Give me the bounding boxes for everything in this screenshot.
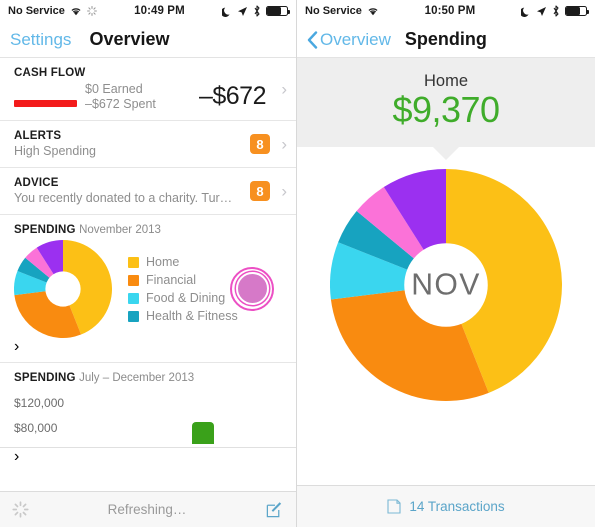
spending-month-period: November 2013 [79, 224, 161, 236]
legend-item: Food & Dining [128, 291, 238, 305]
wifi-icon [70, 6, 82, 16]
chart-baseline [0, 447, 296, 448]
legend-swatch-health-fitness [128, 310, 139, 322]
legend-label: Health & Fitness [146, 309, 238, 323]
cash-flow-spent-line: –$672 Spent [14, 96, 199, 111]
advice-badge: 8 [250, 181, 270, 201]
earned-label: $0 Earned [85, 81, 143, 96]
status-bar-right: No Service 10:50 PM [297, 0, 595, 22]
advice-subline: You recently donated to a charity. Tur… [14, 191, 233, 205]
chevron-right-icon: › [14, 338, 20, 355]
overview-screen: No Service 10:49 PM Settings Overview CA… [0, 0, 297, 527]
clock-label: 10:50 PM [424, 5, 476, 17]
transactions-label: 14 Transactions [409, 499, 505, 514]
chevron-right-icon: › [281, 181, 287, 201]
legend-swatch-home [128, 256, 139, 268]
dual-screenshot-stage: No Service 10:49 PM Settings Overview CA… [0, 0, 595, 527]
refresh-status-label: Refreshing… [107, 502, 187, 517]
spending-month-row[interactable]: SPENDING November 2013 Home Financial Fo… [0, 215, 296, 363]
settings-back-button[interactable]: Settings [10, 30, 71, 50]
donut-center-label: NOV [411, 269, 481, 302]
moon-icon [519, 6, 531, 17]
y-tick-label: $120,000 [14, 396, 65, 410]
navigation-bar-left: Settings Overview [0, 22, 296, 58]
spending-range-kicker: SPENDING July – December 2013 [14, 372, 270, 384]
back-button-label: Overview [320, 29, 391, 49]
page-title: Overview [89, 29, 170, 49]
note-icon [387, 499, 401, 514]
status-bar-left-group: No Service [8, 5, 97, 17]
spending-range-period: July – December 2013 [79, 372, 195, 384]
spending-donut-area: NOV [297, 147, 595, 401]
status-bar-right-group [220, 5, 290, 17]
spending-month-kicker: SPENDING November 2013 [14, 224, 270, 236]
spending-detail-screen: No Service 10:50 PM Overview Spending Ho… [297, 0, 595, 527]
cash-flow-amount: –$672 [198, 81, 267, 110]
selected-category-ring-button[interactable] [230, 266, 274, 311]
compose-icon[interactable] [265, 500, 284, 519]
overview-back-button[interactable]: Overview [307, 30, 391, 50]
legend-item: Financial [128, 273, 238, 287]
battery-icon [565, 6, 589, 16]
legend-label: Food & Dining [146, 291, 226, 305]
alerts-row[interactable]: ALERTS High Spending 8 › [0, 121, 296, 168]
wifi-icon [367, 6, 379, 16]
battery-icon [266, 6, 290, 16]
spending-range-chart: $120,000 $80,000 [0, 396, 296, 448]
carrier-label: No Service [305, 5, 362, 17]
category-amount: $9,370 [392, 89, 500, 130]
legend-swatch-food-dining [128, 292, 139, 304]
legend-item: Home [128, 255, 238, 269]
clock-label: 10:49 PM [134, 5, 185, 17]
chevron-right-icon: › [281, 79, 287, 99]
chevron-right-icon: › [14, 448, 20, 465]
cash-flow-row[interactable]: CASH FLOW $0 Earned –$672 Spent –$672 › [0, 58, 296, 121]
category-summary-header: Home $9,370 [297, 58, 595, 160]
legend-label: Financial [146, 273, 197, 287]
selected-category-swatch [235, 272, 269, 305]
bluetooth-icon [253, 5, 261, 17]
cash-flow-body: $0 Earned –$672 Spent –$672 [14, 81, 270, 111]
spent-bar [14, 100, 77, 107]
spent-label: –$672 Spent [85, 96, 156, 111]
navigation-bar-right: Overview Spending [297, 22, 595, 58]
spending-month-legend: Home Financial Food & Dining Health & Fi… [128, 255, 238, 323]
chevron-left-icon [307, 30, 318, 49]
alerts-kicker: ALERTS [14, 130, 62, 142]
location-icon [237, 6, 248, 17]
location-icon [536, 6, 547, 17]
chevron-right-icon: › [281, 134, 287, 154]
spending-donut-chart[interactable]: NOV [330, 169, 562, 401]
cash-flow-earned-line: $0 Earned [14, 81, 199, 96]
spending-month-kicker-label: SPENDING [14, 224, 76, 236]
advice-row[interactable]: ADVICE You recently donated to a charity… [0, 168, 296, 215]
legend-swatch-financial [128, 274, 139, 286]
y-tick-label: $80,000 [14, 421, 58, 435]
page-title: Spending [404, 29, 487, 49]
carrier-label: No Service [8, 5, 65, 17]
spending-range-kicker-label: SPENDING [14, 372, 76, 384]
advice-kicker: ADVICE [14, 177, 59, 189]
cash-flow-bars: $0 Earned –$672 Spent [14, 81, 199, 111]
transactions-bar[interactable]: 14 Transactions [297, 485, 595, 527]
spending-month-donut-chart [14, 240, 112, 338]
back-button-label: Settings [10, 29, 72, 49]
legend-item: Health & Fitness [128, 309, 238, 323]
status-bar-left-group: No Service [305, 5, 379, 17]
moon-icon [220, 6, 232, 17]
spinner-icon [12, 501, 29, 518]
legend-label: Home [146, 255, 180, 269]
status-bar-left: No Service 10:49 PM [0, 0, 296, 22]
alerts-badge: 8 [250, 134, 270, 154]
activity-icon [86, 6, 97, 16]
header-notch [433, 147, 459, 160]
alerts-subline: High Spending [14, 144, 97, 158]
status-bar-right-group [519, 5, 589, 17]
spending-range-bar [192, 422, 214, 444]
spending-range-row[interactable]: SPENDING July – December 2013 $120,000 $… [0, 363, 296, 466]
refresh-toolbar: Refreshing… [0, 491, 296, 527]
cash-flow-kicker: CASH FLOW [14, 67, 86, 79]
bluetooth-icon [552, 5, 560, 17]
